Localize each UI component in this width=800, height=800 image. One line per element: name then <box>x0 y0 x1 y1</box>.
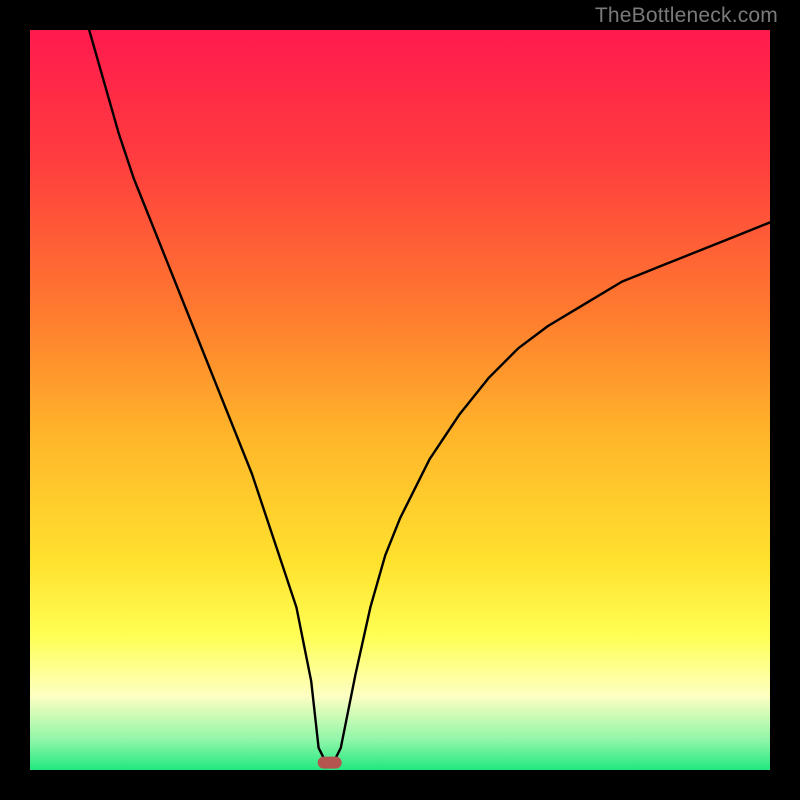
watermark-text: TheBottleneck.com <box>595 4 778 28</box>
chart-frame: TheBottleneck.com <box>0 0 800 800</box>
heatmap-background <box>30 30 770 770</box>
optimum-marker <box>318 757 342 769</box>
chart-plot <box>30 30 770 770</box>
